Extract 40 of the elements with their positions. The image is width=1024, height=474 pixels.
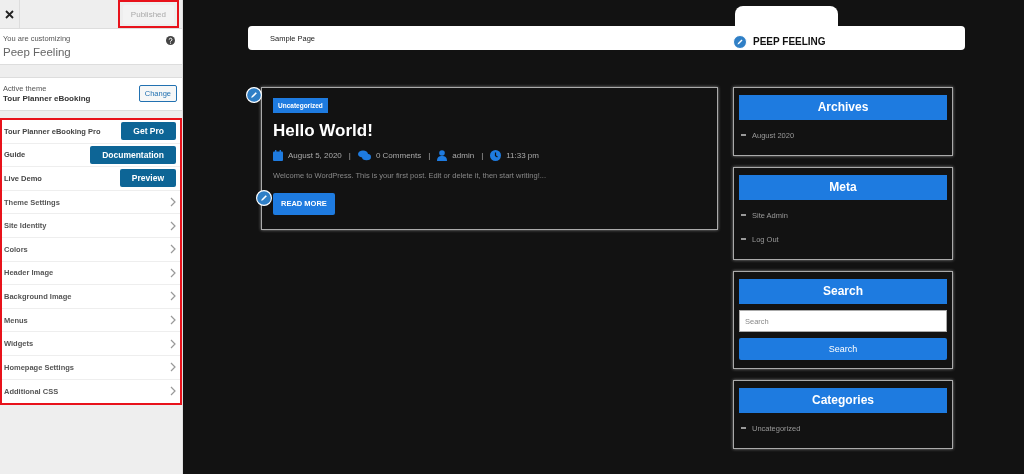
edit-shortcut-icon[interactable]: [246, 87, 262, 103]
list-dash: [741, 238, 746, 240]
theme-name: Tour Planner eBooking: [3, 94, 91, 103]
widget-title: Categories: [739, 388, 947, 413]
meta-separator: |: [348, 151, 351, 160]
link-button[interactable]: Documentation: [90, 145, 176, 164]
comment-count: 0 Comments: [375, 151, 422, 160]
widget-title: Meta: [739, 175, 947, 200]
clock-icon: [490, 150, 502, 161]
chevron-icon: [170, 267, 176, 278]
post-date: August 5, 2020: [288, 151, 342, 160]
chevron-icon: [170, 197, 176, 208]
site-title[interactable]: PEEP FEELING: [753, 36, 826, 47]
chevron-icon: [170, 315, 176, 326]
user-icon: [437, 150, 448, 161]
link-button[interactable]: Get Pro: [121, 122, 176, 141]
widget-title: Archives: [739, 95, 947, 120]
post-time: 11:33 pm: [506, 151, 539, 160]
list-dash: [741, 134, 746, 136]
help-icon[interactable]: [166, 36, 175, 45]
chevron-icon: [170, 291, 176, 302]
site-name: Peep Feeling: [3, 46, 71, 58]
chevron-icon: [170, 220, 176, 231]
meta-separator: |: [428, 151, 431, 160]
close-icon: [5, 9, 14, 19]
widget-title: Search: [739, 279, 947, 304]
comments-icon: [357, 150, 371, 161]
search-button[interactable]: Search: [739, 338, 947, 360]
chevron-icon: [170, 244, 176, 255]
post-title[interactable]: Hello World!: [273, 121, 373, 141]
calendar-icon: [273, 150, 283, 161]
chevron-icon: [170, 362, 176, 373]
chevron-icon: [170, 338, 176, 349]
link-button[interactable]: Preview: [119, 169, 176, 188]
meta-separator: |: [481, 151, 484, 160]
post-author: admin: [452, 151, 475, 160]
edit-shortcut-icon[interactable]: [256, 190, 272, 206]
chevron-icon: [170, 386, 176, 397]
list-dash: [741, 214, 746, 216]
list-dash: [741, 427, 746, 429]
